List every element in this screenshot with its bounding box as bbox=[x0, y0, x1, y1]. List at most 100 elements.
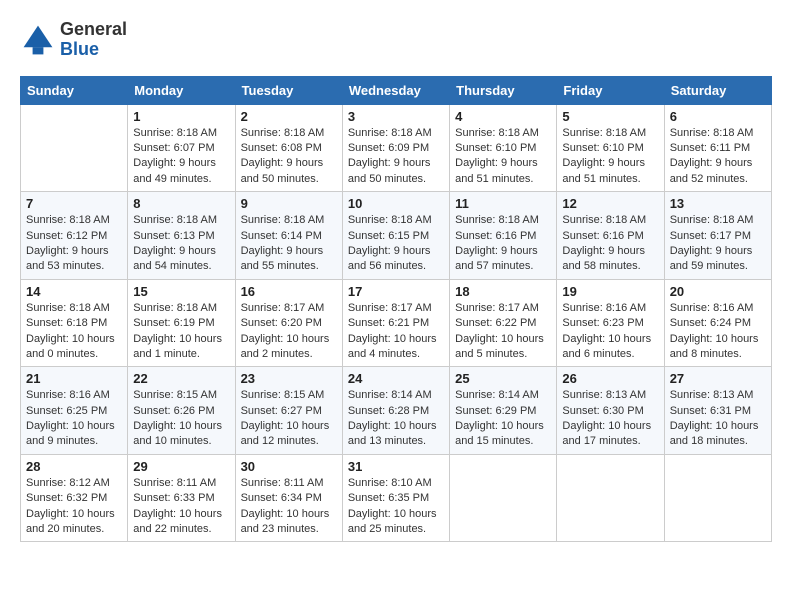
day-number: 10 bbox=[348, 196, 444, 211]
calendar-cell: 27 Sunrise: 8:13 AM Sunset: 6:31 PM Dayli… bbox=[664, 367, 771, 455]
day-info: Sunrise: 8:18 AM Sunset: 6:15 PM Dayligh… bbox=[348, 213, 444, 275]
day-number: 20 bbox=[670, 284, 766, 299]
calendar-cell: 29Sunrise: 8:11 AM Sunset: 6:33 PM Dayli… bbox=[128, 454, 235, 542]
weekday-header-tuesday: Tuesday bbox=[235, 76, 342, 104]
logo: General Blue bbox=[20, 20, 127, 60]
calendar-cell: 19Sunrise: 8:16 AM Sunset: 6:23 PM Dayli… bbox=[557, 279, 664, 367]
calendar-cell bbox=[664, 454, 771, 542]
day-number: 17 bbox=[348, 284, 444, 299]
weekday-header-thursday: Thursday bbox=[450, 76, 557, 104]
calendar-cell: 17 Sunrise: 8:17 AM Sunset: 6:21 PM Dayli… bbox=[342, 279, 449, 367]
day-number: 29 bbox=[133, 459, 229, 474]
calendar-cell: 21 Sunrise: 8:16 AM Sunset: 6:25 PM Dayli… bbox=[21, 367, 128, 455]
calendar-cell: 8Sunrise: 8:18 AM Sunset: 6:13 PM Daylig… bbox=[128, 192, 235, 280]
day-number: 27 bbox=[670, 371, 766, 386]
calendar-cell: 26 Sunrise: 8:13 AM Sunset: 6:30 PM Dayli… bbox=[557, 367, 664, 455]
calendar-cell: 12 Sunrise: 8:18 AM Sunset: 6:16 PM Dayli… bbox=[557, 192, 664, 280]
calendar-cell: 11 Sunrise: 8:18 AM Sunset: 6:16 PM Dayli… bbox=[450, 192, 557, 280]
day-number: 31 bbox=[348, 459, 444, 474]
day-number: 14 bbox=[26, 284, 122, 299]
calendar-cell: 22Sunrise: 8:15 AM Sunset: 6:26 PM Dayli… bbox=[128, 367, 235, 455]
day-number: 6 bbox=[670, 109, 766, 124]
calendar-cell bbox=[450, 454, 557, 542]
calendar-cell: 7Sunrise: 8:18 AM Sunset: 6:12 PM Daylig… bbox=[21, 192, 128, 280]
calendar-cell: 1 Sunrise: 8:18 AM Sunset: 6:07 PM Daylig… bbox=[128, 104, 235, 192]
day-number: 4 bbox=[455, 109, 551, 124]
calendar-cell: 14 Sunrise: 8:18 AM Sunset: 6:18 PM Dayli… bbox=[21, 279, 128, 367]
calendar-cell: 6 Sunrise: 8:18 AM Sunset: 6:11 PM Daylig… bbox=[664, 104, 771, 192]
day-number: 1 bbox=[133, 109, 229, 124]
calendar-cell: 31 Sunrise: 8:10 AM Sunset: 6:35 PM Dayli… bbox=[342, 454, 449, 542]
day-info: Sunrise: 8:18 AM Sunset: 6:10 PM Dayligh… bbox=[562, 126, 658, 188]
day-info: Sunrise: 8:12 AM Sunset: 6:32 PM Dayligh… bbox=[26, 476, 122, 538]
day-number: 21 bbox=[26, 371, 122, 386]
day-info: Sunrise: 8:18 AM Sunset: 6:19 PM Dayligh… bbox=[133, 301, 229, 363]
logo-icon bbox=[20, 22, 56, 58]
day-number: 28 bbox=[26, 459, 122, 474]
day-number: 8 bbox=[133, 196, 229, 211]
day-info: Sunrise: 8:13 AM Sunset: 6:30 PM Dayligh… bbox=[562, 388, 658, 450]
day-number: 5 bbox=[562, 109, 658, 124]
weekday-header-wednesday: Wednesday bbox=[342, 76, 449, 104]
day-info: Sunrise: 8:16 AM Sunset: 6:24 PM Dayligh… bbox=[670, 301, 766, 363]
day-info: Sunrise: 8:17 AM Sunset: 6:22 PM Dayligh… bbox=[455, 301, 551, 363]
day-info: Sunrise: 8:14 AM Sunset: 6:28 PM Dayligh… bbox=[348, 388, 444, 450]
calendar-table: SundayMondayTuesdayWednesdayThursdayFrid… bbox=[20, 76, 772, 543]
day-info: Sunrise: 8:18 AM Sunset: 6:17 PM Dayligh… bbox=[670, 213, 766, 275]
calendar-cell: 23 Sunrise: 8:15 AM Sunset: 6:27 PM Dayli… bbox=[235, 367, 342, 455]
day-info: Sunrise: 8:18 AM Sunset: 6:16 PM Dayligh… bbox=[455, 213, 551, 275]
day-info: Sunrise: 8:18 AM Sunset: 6:11 PM Dayligh… bbox=[670, 126, 766, 188]
day-info: Sunrise: 8:15 AM Sunset: 6:27 PM Dayligh… bbox=[241, 388, 337, 450]
day-number: 30 bbox=[241, 459, 337, 474]
weekday-header-sunday: Sunday bbox=[21, 76, 128, 104]
day-info: Sunrise: 8:17 AM Sunset: 6:21 PM Dayligh… bbox=[348, 301, 444, 363]
weekday-header-saturday: Saturday bbox=[664, 76, 771, 104]
calendar-cell: 24 Sunrise: 8:14 AM Sunset: 6:28 PM Dayli… bbox=[342, 367, 449, 455]
calendar-cell: 25 Sunrise: 8:14 AM Sunset: 6:29 PM Dayli… bbox=[450, 367, 557, 455]
calendar-cell: 4 Sunrise: 8:18 AM Sunset: 6:10 PM Daylig… bbox=[450, 104, 557, 192]
logo-text: General Blue bbox=[60, 20, 127, 60]
day-info: Sunrise: 8:14 AM Sunset: 6:29 PM Dayligh… bbox=[455, 388, 551, 450]
day-info: Sunrise: 8:18 AM Sunset: 6:08 PM Dayligh… bbox=[241, 126, 337, 188]
day-info: Sunrise: 8:16 AM Sunset: 6:25 PM Dayligh… bbox=[26, 388, 122, 450]
day-info: Sunrise: 8:15 AM Sunset: 6:26 PM Dayligh… bbox=[133, 388, 229, 450]
day-number: 9 bbox=[241, 196, 337, 211]
day-number: 12 bbox=[562, 196, 658, 211]
day-info: Sunrise: 8:16 AM Sunset: 6:23 PM Dayligh… bbox=[562, 301, 658, 363]
calendar-cell bbox=[557, 454, 664, 542]
weekday-header-friday: Friday bbox=[557, 76, 664, 104]
day-number: 13 bbox=[670, 196, 766, 211]
day-info: Sunrise: 8:18 AM Sunset: 6:16 PM Dayligh… bbox=[562, 213, 658, 275]
calendar-cell: 5 Sunrise: 8:18 AM Sunset: 6:10 PM Daylig… bbox=[557, 104, 664, 192]
day-info: Sunrise: 8:18 AM Sunset: 6:12 PM Dayligh… bbox=[26, 213, 122, 275]
calendar-cell: 3 Sunrise: 8:18 AM Sunset: 6:09 PM Daylig… bbox=[342, 104, 449, 192]
day-number: 24 bbox=[348, 371, 444, 386]
day-info: Sunrise: 8:17 AM Sunset: 6:20 PM Dayligh… bbox=[241, 301, 337, 363]
day-number: 18 bbox=[455, 284, 551, 299]
calendar-cell: 30 Sunrise: 8:11 AM Sunset: 6:34 PM Dayli… bbox=[235, 454, 342, 542]
day-number: 2 bbox=[241, 109, 337, 124]
day-info: Sunrise: 8:11 AM Sunset: 6:34 PM Dayligh… bbox=[241, 476, 337, 538]
day-number: 15 bbox=[133, 284, 229, 299]
day-info: Sunrise: 8:18 AM Sunset: 6:07 PM Dayligh… bbox=[133, 126, 229, 188]
day-number: 11 bbox=[455, 196, 551, 211]
calendar-cell: 13 Sunrise: 8:18 AM Sunset: 6:17 PM Dayli… bbox=[664, 192, 771, 280]
logo-general: General bbox=[60, 19, 127, 39]
day-info: Sunrise: 8:18 AM Sunset: 6:10 PM Dayligh… bbox=[455, 126, 551, 188]
calendar-cell: 15 Sunrise: 8:18 AM Sunset: 6:19 PM Dayli… bbox=[128, 279, 235, 367]
day-number: 26 bbox=[562, 371, 658, 386]
day-info: Sunrise: 8:18 AM Sunset: 6:18 PM Dayligh… bbox=[26, 301, 122, 363]
day-number: 23 bbox=[241, 371, 337, 386]
day-info: Sunrise: 8:18 AM Sunset: 6:14 PM Dayligh… bbox=[241, 213, 337, 275]
day-info: Sunrise: 8:10 AM Sunset: 6:35 PM Dayligh… bbox=[348, 476, 444, 538]
calendar-cell: 10 Sunrise: 8:18 AM Sunset: 6:15 PM Dayli… bbox=[342, 192, 449, 280]
calendar-cell: 9 Sunrise: 8:18 AM Sunset: 6:14 PM Daylig… bbox=[235, 192, 342, 280]
weekday-header-monday: Monday bbox=[128, 76, 235, 104]
page-header: General Blue bbox=[20, 20, 772, 60]
calendar-cell: 2 Sunrise: 8:18 AM Sunset: 6:08 PM Daylig… bbox=[235, 104, 342, 192]
day-info: Sunrise: 8:18 AM Sunset: 6:09 PM Dayligh… bbox=[348, 126, 444, 188]
calendar-cell: 20 Sunrise: 8:16 AM Sunset: 6:24 PM Dayli… bbox=[664, 279, 771, 367]
day-number: 3 bbox=[348, 109, 444, 124]
day-number: 25 bbox=[455, 371, 551, 386]
day-info: Sunrise: 8:13 AM Sunset: 6:31 PM Dayligh… bbox=[670, 388, 766, 450]
